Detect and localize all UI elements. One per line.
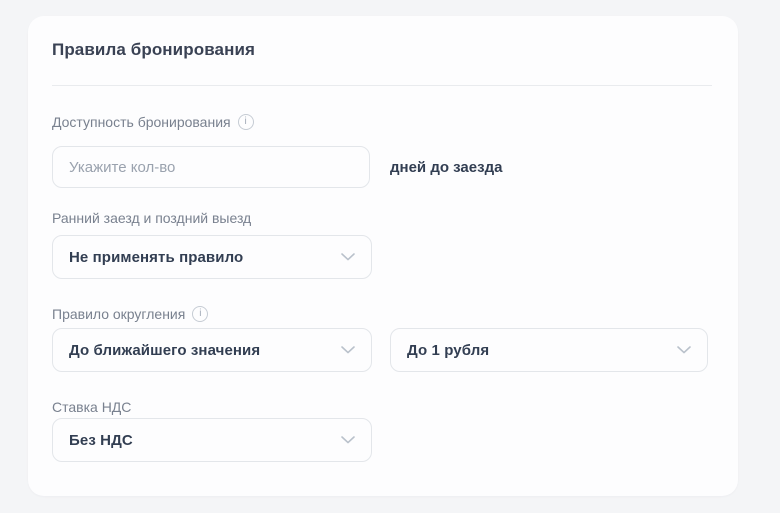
page-title: Правила бронирования: [52, 40, 255, 60]
info-icon[interactable]: i: [238, 114, 254, 130]
vat-label-text: Ставка НДС: [52, 399, 131, 415]
rounding-label: Правило округления i: [52, 305, 208, 323]
vat-select-value: Без НДС: [69, 432, 133, 449]
early-late-select[interactable]: Не применять правило: [52, 235, 372, 279]
rounding-rule-select-value: До ближайшего значения: [69, 342, 260, 359]
booking-rules-card: Правила бронирования Доступность брониро…: [28, 16, 738, 496]
availability-suffix: дней до заезда: [390, 146, 502, 188]
divider: [52, 85, 712, 86]
rounding-precision-select[interactable]: До 1 рубля: [390, 328, 708, 372]
chevron-down-icon: [341, 346, 355, 354]
info-icon[interactable]: i: [192, 306, 208, 322]
vat-label: Ставка НДС: [52, 398, 131, 416]
early-late-label: Ранний заезд и поздний выезд: [52, 209, 251, 227]
availability-label: Доступность бронирования i: [52, 113, 254, 131]
availability-days-input[interactable]: [52, 146, 370, 188]
rounding-label-text: Правило округления: [52, 306, 185, 322]
chevron-down-icon: [341, 253, 355, 261]
vat-select[interactable]: Без НДС: [52, 418, 372, 462]
rounding-rule-select[interactable]: До ближайшего значения: [52, 328, 372, 372]
availability-label-text: Доступность бронирования: [52, 114, 231, 130]
early-late-select-value: Не применять правило: [69, 249, 243, 266]
chevron-down-icon: [677, 346, 691, 354]
early-late-label-text: Ранний заезд и поздний выезд: [52, 210, 251, 226]
rounding-precision-select-value: До 1 рубля: [407, 342, 489, 359]
chevron-down-icon: [341, 436, 355, 444]
